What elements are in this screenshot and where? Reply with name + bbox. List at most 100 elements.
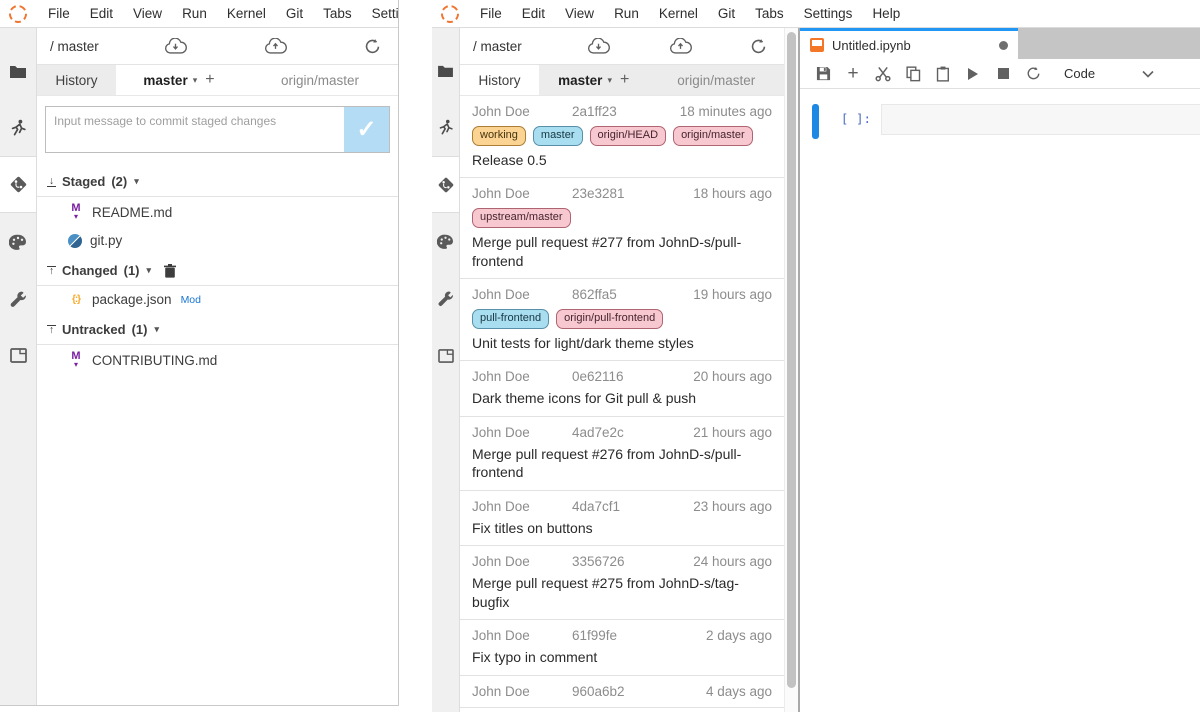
code-cell[interactable]: [ ]: [812,104,1200,139]
file-row[interactable]: CONTRIBUTING.md [37,345,398,375]
menu-item[interactable]: View [123,6,172,21]
cell-type-select[interactable]: Code [1064,66,1095,81]
active-cell-collapser[interactable] [812,104,819,139]
file-status-sections: ↓ Staged(2) ▾ README.md [37,165,398,375]
cut-icon[interactable] [868,66,898,82]
menu-item[interactable]: Edit [512,6,555,21]
ref-tag: origin/HEAD [590,126,667,146]
menu-item[interactable]: Help [862,6,910,21]
commit-button[interactable]: ✓ [344,107,389,152]
notebook-tab[interactable]: Untitled.ipynb [800,28,1018,59]
menu-item[interactable]: Kernel [217,6,276,21]
file-row[interactable]: README.md [37,197,398,227]
run-icon[interactable] [958,67,988,81]
commit-message-input[interactable] [46,107,344,135]
commit-ref-tags: upstream/master [472,208,772,228]
add-cell-icon[interactable]: + [838,64,868,83]
new-branch-button[interactable]: + [620,71,629,89]
sidebar-item-files[interactable] [0,42,36,99]
section-label: Untracked [62,322,126,337]
sidebar-item-tabs[interactable] [432,327,459,384]
file-row[interactable]: git.py [37,227,398,254]
menu-item[interactable]: File [470,6,512,21]
commit-author: John Doe [472,684,572,699]
file-name: CONTRIBUTING.md [92,353,217,368]
commit-message-box: ✓ [45,106,390,153]
repo-breadcrumb[interactable]: / master [473,39,561,54]
notebook-toolbar: + Co [800,59,1200,89]
staged-section-header[interactable]: ↓ Staged(2) ▾ [37,165,398,197]
sidebar-item-git[interactable] [432,156,459,213]
menu-item[interactable]: Edit [80,6,123,21]
untracked-section-header[interactable]: ↑ Untracked(1) ▾ [37,313,398,345]
branch-selector[interactable]: master ▾ + [539,65,648,95]
commit-entry[interactable]: John Doe 23e3281 18 hours ago upstream/m… [460,178,784,279]
sidebar-item-running[interactable] [432,99,459,156]
sidebar-item-commands[interactable] [432,213,459,270]
new-branch-button[interactable]: + [205,71,214,89]
menu-item[interactable]: View [555,6,604,21]
copy-icon[interactable] [898,66,928,82]
folder-icon [437,64,454,77]
discard-all-icon[interactable] [164,264,176,278]
branch-selector[interactable]: master ▾ + [116,65,242,95]
commit-time: 4 days ago [659,684,772,699]
tab-history[interactable]: History [460,65,539,95]
unsaved-changes-dot[interactable] [999,41,1008,50]
commit-entry[interactable]: John Doe 4ad7e2c 21 hours ago Merge pull [460,417,784,491]
stage-all-icon: ↑ [47,266,56,276]
chevron-down-icon: ▾ [154,324,159,335]
commit-entry[interactable]: John Doe 2a1ff23 18 minutes ago working … [460,96,784,178]
menu-item[interactable]: Git [276,6,313,21]
commit-entry[interactable]: John Doe 61f99fe 2 days ago Fix typo in … [460,620,784,675]
paste-icon[interactable] [928,66,958,82]
refresh-icon[interactable] [364,38,381,55]
sidebar-item-commands[interactable] [0,213,36,270]
menu-item[interactable]: Tabs [745,6,794,21]
chevron-down-icon[interactable] [1133,70,1163,78]
commit-hash: 862ffa5 [572,287,659,302]
menu-item[interactable]: Kernel [649,6,708,21]
menu-item[interactable]: Settings [362,6,398,21]
commit-hash: 4da7cf1 [572,499,659,514]
menu-item[interactable]: Run [172,6,217,21]
file-type-icon [68,203,84,221]
menu-item[interactable]: Run [604,6,649,21]
scrollbar-thumb[interactable] [787,32,796,688]
section-label: Staged [62,174,105,189]
menu-item[interactable]: Tabs [313,6,362,21]
commit-entry[interactable]: John Doe 0e62116 20 hours ago Dark theme [460,361,784,416]
save-icon[interactable] [808,66,838,81]
sidebar-item-tools[interactable] [0,270,36,327]
commit-author: John Doe [472,369,572,384]
commit-entry[interactable]: John Doe 862ffa5 19 hours ago pull-front… [460,279,784,361]
menu-item[interactable]: File [38,6,80,21]
sidebar-item-files[interactable] [432,42,459,99]
commit-entry[interactable]: John Doe 960a6b2 4 days ago [460,676,784,708]
menu-item[interactable]: Git [708,6,745,21]
menu-item[interactable]: Settings [794,6,863,21]
chevron-down-icon: ▾ [193,75,198,86]
git-push-icon[interactable] [669,38,692,55]
git-push-icon[interactable] [264,38,287,55]
stop-icon[interactable] [988,68,1018,79]
ref-tag: master [533,126,583,146]
commit-entry[interactable]: John Doe 4da7cf1 23 hours ago Fix titles [460,491,784,546]
file-row[interactable]: package.json Mod [37,286,398,313]
sidebar-item-tools[interactable] [432,270,459,327]
ref-tag: upstream/master [472,208,571,228]
sidebar-item-git[interactable] [0,156,36,213]
git-pull-icon[interactable] [164,38,187,55]
repo-breadcrumb[interactable]: / master [50,39,138,54]
section-count: (1) [132,322,148,337]
tab-history[interactable]: History [37,65,116,95]
scrollbar[interactable] [784,28,798,712]
cell-editor[interactable] [881,104,1200,135]
commit-entry[interactable]: John Doe 3356726 24 hours ago Merge pull [460,546,784,620]
restart-kernel-icon[interactable] [1018,66,1048,81]
changed-section-header[interactable]: ↑ Changed(1) ▾ [37,254,398,286]
refresh-icon[interactable] [750,38,767,55]
sidebar-item-running[interactable] [0,99,36,156]
git-pull-icon[interactable] [587,38,610,55]
sidebar-item-tabs[interactable] [0,327,36,384]
